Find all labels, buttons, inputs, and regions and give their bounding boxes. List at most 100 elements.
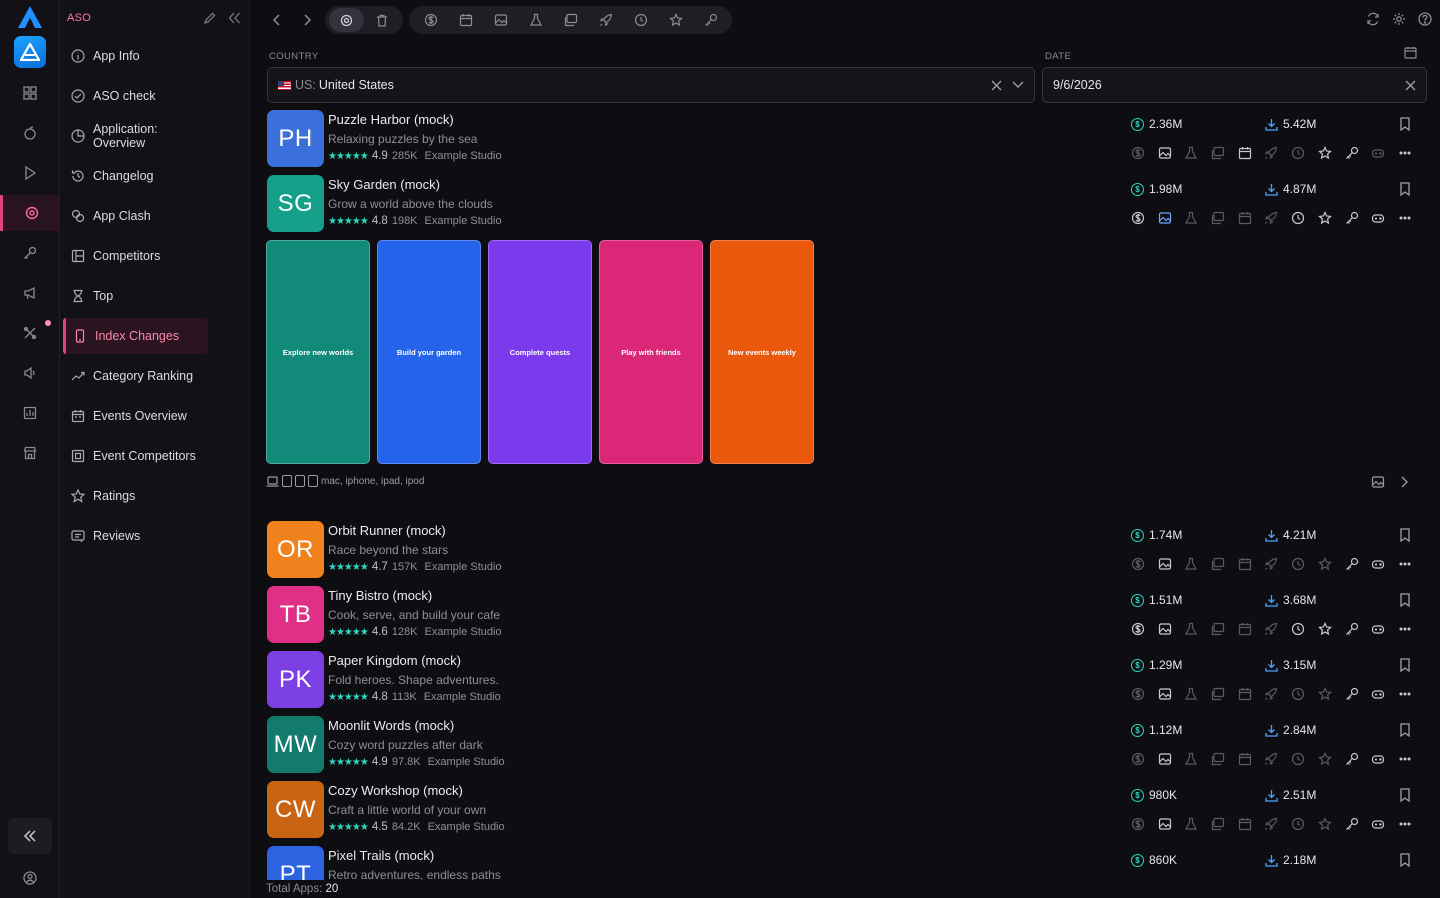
edit-icon[interactable]	[203, 12, 216, 25]
app-name[interactable]: Tiny Bistro (mock)	[328, 588, 432, 603]
toolbar-calendar-icon[interactable]	[448, 8, 483, 32]
clear-country-icon[interactable]	[991, 80, 1002, 91]
more-icon[interactable]	[1398, 145, 1425, 161]
bookmark-icon[interactable]	[1399, 117, 1411, 131]
app-icon[interactable]: CW	[267, 781, 324, 838]
bookmark-icon[interactable]	[1399, 658, 1411, 672]
app-name[interactable]: Orbit Runner (mock)	[328, 523, 446, 538]
more-icon[interactable]	[1398, 686, 1425, 702]
app-name[interactable]: Puzzle Harbor (mock)	[328, 112, 454, 127]
toolbar-image-icon[interactable]	[483, 8, 518, 32]
rail-report-icon[interactable]	[0, 395, 60, 431]
rocket-icon[interactable]	[1264, 145, 1291, 161]
clock-icon[interactable]	[1291, 686, 1318, 702]
refresh-icon[interactable]	[1366, 12, 1380, 26]
forward-icon[interactable]	[295, 8, 319, 32]
date-input[interactable]: 9/6/2026	[1042, 67, 1427, 103]
app-icon[interactable]: PK	[267, 651, 324, 708]
layers-icon[interactable]	[1211, 210, 1238, 226]
account-icon[interactable]	[0, 860, 60, 896]
star-icon[interactable]	[1317, 816, 1345, 832]
image-icon[interactable]	[1158, 210, 1185, 226]
app-row[interactable]: TB Tiny Bistro (mock) Cook, serve, and bui…	[265, 583, 1428, 648]
image-icon[interactable]	[1158, 621, 1185, 637]
screenshot[interactable]: Complete quests	[488, 240, 592, 464]
key-icon[interactable]	[1345, 816, 1372, 832]
rail-apple-icon[interactable]	[0, 115, 60, 151]
sidebar-item-index-changes[interactable]: Index Changes	[63, 318, 208, 354]
star-icon[interactable]	[1317, 621, 1345, 637]
settings-icon[interactable]	[1392, 12, 1406, 26]
app-row[interactable]: PH Puzzle Harbor (mock) Relaxing puzzles b…	[265, 107, 1428, 172]
gamepad-icon[interactable]	[1371, 556, 1398, 572]
app-row[interactable]: SG Sky Garden (mock) Grow a world above th…	[265, 172, 1428, 237]
image-icon[interactable]	[1158, 556, 1185, 572]
bookmark-icon[interactable]	[1399, 853, 1411, 867]
sidebar-item-changelog[interactable]: Changelog	[63, 158, 208, 194]
dollar-icon[interactable]	[1131, 751, 1158, 767]
key-icon[interactable]	[1345, 686, 1372, 702]
bookmark-icon[interactable]	[1399, 788, 1411, 802]
toolbar-clock-icon[interactable]	[623, 8, 658, 32]
app-name[interactable]: Pixel Trails (mock)	[328, 848, 434, 863]
sidebar-item-competitors[interactable]: Competitors	[63, 238, 208, 274]
clear-date-icon[interactable]	[1405, 80, 1416, 91]
flask-icon[interactable]	[1184, 686, 1211, 702]
toolbar-dollar-icon[interactable]	[413, 8, 448, 32]
rail-tools-icon[interactable]	[0, 315, 60, 351]
clock-icon[interactable]	[1291, 145, 1318, 161]
rocket-icon[interactable]	[1264, 621, 1291, 637]
rail-apps-icon[interactable]	[0, 75, 60, 111]
layers-icon[interactable]	[1211, 145, 1238, 161]
calendar-icon[interactable]	[1238, 621, 1265, 637]
aso-icon[interactable]	[329, 8, 364, 32]
rail-aso-icon[interactable]	[0, 195, 60, 231]
rocket-icon[interactable]	[1264, 556, 1291, 572]
sidebar-item-event-competitors[interactable]: Event Competitors	[63, 438, 208, 474]
star-icon[interactable]	[1317, 686, 1345, 702]
flask-icon[interactable]	[1184, 751, 1211, 767]
help-icon[interactable]	[1418, 12, 1432, 26]
calendar-icon[interactable]	[1238, 556, 1265, 572]
clock-icon[interactable]	[1291, 556, 1318, 572]
clock-icon[interactable]	[1291, 751, 1318, 767]
app-avatar-icon[interactable]	[14, 36, 46, 68]
app-row[interactable]: PK Paper Kingdom (mock) Fold heroes. Shape…	[265, 648, 1428, 713]
rail-audio-icon[interactable]	[0, 355, 60, 391]
chevron-down-icon[interactable]	[1012, 81, 1024, 89]
calendar-icon[interactable]	[1238, 686, 1265, 702]
bookmark-icon[interactable]	[1399, 593, 1411, 607]
sidebar-item-top[interactable]: Top	[63, 278, 208, 314]
flask-icon[interactable]	[1184, 816, 1211, 832]
more-icon[interactable]	[1398, 816, 1425, 832]
image-icon[interactable]	[1158, 751, 1185, 767]
app-icon[interactable]: PH	[267, 110, 324, 167]
rocket-icon[interactable]	[1264, 210, 1291, 226]
flask-icon[interactable]	[1184, 210, 1211, 226]
app-name[interactable]: Sky Garden (mock)	[328, 177, 440, 192]
dollar-icon[interactable]	[1131, 686, 1158, 702]
app-icon[interactable]: SG	[267, 175, 324, 232]
toolbar-rocket-icon[interactable]	[588, 8, 623, 32]
key-icon[interactable]	[1345, 751, 1372, 767]
sidebar-item-aso-check[interactable]: ASO check	[63, 78, 208, 114]
toolbar-flask-icon[interactable]	[518, 8, 553, 32]
dollar-icon[interactable]	[1131, 621, 1158, 637]
app-row[interactable]: OR Orbit Runner (mock) Race beyond the sta…	[265, 518, 1428, 583]
layers-icon[interactable]	[1211, 686, 1238, 702]
layers-icon[interactable]	[1211, 621, 1238, 637]
screenshot[interactable]: Build your garden	[377, 240, 481, 464]
image-icon[interactable]	[1158, 145, 1185, 161]
app-row[interactable]: PT Pixel Trails (mock) Retro adventures, e…	[265, 843, 1428, 880]
trash-icon[interactable]	[364, 8, 399, 32]
gamepad-icon[interactable]	[1371, 145, 1398, 161]
screenshot[interactable]: Explore new worlds	[266, 240, 370, 464]
chevron-right-icon[interactable]	[1399, 475, 1409, 489]
layers-icon[interactable]	[1211, 556, 1238, 572]
toolbar-key-icon[interactable]	[693, 8, 728, 32]
star-icon[interactable]	[1317, 210, 1345, 226]
flask-icon[interactable]	[1184, 621, 1211, 637]
clock-icon[interactable]	[1291, 621, 1318, 637]
rocket-icon[interactable]	[1264, 816, 1291, 832]
collapse-icon[interactable]	[228, 12, 241, 24]
